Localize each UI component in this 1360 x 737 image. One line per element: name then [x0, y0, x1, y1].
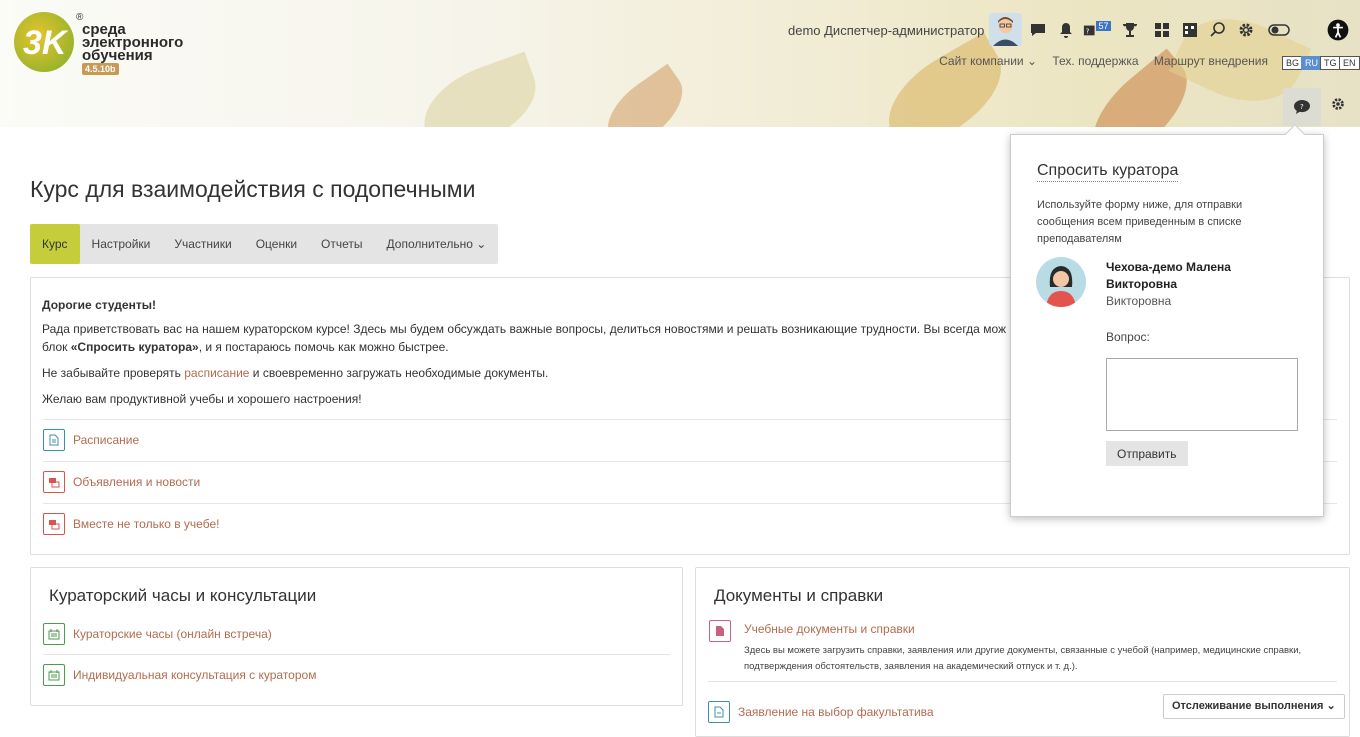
lang-ru[interactable]: RU — [1301, 56, 1322, 70]
activity-description: Здесь вы можете загрузить справки, заявл… — [744, 645, 1302, 672]
question-textarea[interactable] — [1106, 358, 1298, 431]
avatar-icon — [993, 17, 1018, 46]
activity-individual-consult[interactable]: Индивидуальная консультация с куратором — [43, 654, 316, 696]
document-icon — [43, 429, 65, 451]
activity-together[interactable]: Вместе не только в учебе! — [43, 503, 219, 545]
activity-label: Расписание — [73, 433, 140, 447]
schedule-link[interactable]: расписание — [184, 366, 249, 380]
page-title: Курс для взаимодействия с подопечными — [30, 176, 476, 202]
activity-label: Заявление на выбор факультатива — [738, 705, 934, 719]
curator-name[interactable]: Чехова-демо Малена Викторовна — [1106, 259, 1296, 293]
nav-link-company[interactable]: Сайт компании ⌄ — [927, 54, 1037, 68]
curator-subtitle: Викторовна — [1106, 294, 1172, 308]
ask-curator-button[interactable]: ? — [1283, 88, 1321, 126]
question-label: Вопрос: — [1106, 330, 1150, 344]
logo-text: среда электронного обучения 4.5.10b — [82, 22, 183, 75]
completion-tracking-dropdown[interactable]: Отслеживание выполнения ⌄ — [1163, 694, 1345, 719]
accessibility-icon[interactable] — [1326, 18, 1350, 42]
tab-settings[interactable]: Настройки — [80, 224, 163, 264]
search-icon[interactable] — [1206, 18, 1230, 42]
section-title: Кураторский часы и консультации — [49, 586, 317, 605]
lang-bg[interactable]: BG — [1282, 56, 1304, 70]
assignment-icon — [709, 620, 731, 642]
activity-schedule[interactable]: Расписание — [43, 419, 139, 461]
popup-arrow — [1285, 124, 1305, 144]
chat-bubble-icon: ? — [1294, 100, 1310, 114]
banner-decoration — [871, 32, 1019, 127]
banner-decoration — [411, 51, 549, 127]
header-nav: Сайт компании ⌄ Тех. поддержка Маршрут в… — [915, 54, 1268, 68]
divider — [708, 681, 1337, 682]
calendar-event-icon — [43, 623, 65, 645]
activity-label: Вместе не только в учебе! — [73, 517, 220, 531]
intro-paragraph: Не забывайте проверять расписание и свое… — [42, 366, 549, 380]
course-summary: Дорогие студенты! Рада приветствовать ва… — [42, 296, 1032, 416]
document-icon — [708, 701, 730, 723]
bell-icon[interactable] — [1054, 18, 1078, 42]
svg-text:?: ? — [1300, 103, 1304, 111]
header-banner: 3K ® среда электронного обучения 4.5.10b… — [0, 0, 1360, 127]
nav-link-support[interactable]: Тех. поддержка — [1052, 54, 1138, 68]
nav-link-roadmap[interactable]: Маршрут внедрения — [1154, 54, 1268, 68]
dashboard-icon[interactable] — [1150, 18, 1174, 42]
forum-icon — [43, 513, 65, 535]
forum-icon — [43, 471, 65, 493]
tab-reports[interactable]: Отчеты — [309, 224, 374, 264]
tab-more[interactable]: Дополнительно ⌄ — [375, 224, 499, 264]
activity-label: Индивидуальная консультация с куратором — [73, 668, 317, 682]
activity-curator-hours[interactable]: Кураторские часы (онлайн встреча) — [43, 613, 272, 655]
activity-news[interactable]: Объявления и новости — [43, 461, 200, 503]
settings-gear-icon[interactable] — [1234, 18, 1258, 42]
activity-elective-application[interactable]: Заявление на выбор факультатива — [708, 691, 934, 733]
course-tabs: Курс Настройки Участники Оценки Отчеты Д… — [30, 224, 499, 264]
tab-grades[interactable]: Оценки — [244, 224, 309, 264]
section-curator-hours: Кураторский часы и консультации Кураторс… — [30, 567, 683, 706]
greeting: Дорогие студенты! — [42, 298, 156, 312]
svg-text:?: ? — [1086, 27, 1090, 36]
messages-icon[interactable] — [1026, 18, 1050, 42]
badge-notifications-icon[interactable]: ? 57 — [1082, 18, 1112, 42]
activity-label: Объявления и новости — [73, 475, 201, 489]
lang-tg[interactable]: TG — [1320, 56, 1341, 70]
lang-en[interactable]: EN — [1339, 56, 1360, 70]
popup-description: Используйте форму ниже, для отправки соо… — [1037, 199, 1243, 245]
curator-avatar-icon — [1046, 266, 1076, 307]
course-settings-gear-icon[interactable] — [1330, 96, 1346, 117]
notification-count: 57 — [1096, 21, 1111, 31]
logo-mark-icon: 3K — [14, 12, 74, 72]
activity-documents-link[interactable]: Учебные документы и справки — [744, 622, 915, 636]
tab-course[interactable]: Курс — [30, 224, 80, 264]
version-badge: 4.5.10b — [82, 63, 119, 75]
activity-label: Кураторские часы (онлайн встреча) — [73, 627, 272, 641]
popup-title: Спросить куратора — [1037, 162, 1179, 182]
trophy-icon[interactable] — [1118, 18, 1142, 42]
user-name[interactable]: demo Диспетчер-администратор — [788, 23, 984, 38]
calendar-grid-icon[interactable] — [1178, 18, 1202, 42]
theme-toggle-icon[interactable] — [1264, 18, 1294, 42]
calendar-event-icon — [43, 664, 65, 686]
logo-line: обучения 4.5.10b — [82, 47, 153, 75]
section-title: Документы и справки — [714, 586, 884, 605]
ask-curator-popup: Спросить куратора Используйте форму ниже… — [1010, 124, 1324, 517]
user-avatar[interactable] — [989, 13, 1022, 46]
banner-decoration — [593, 63, 697, 127]
tab-participants[interactable]: Участники — [162, 224, 243, 264]
send-button[interactable]: Отправить — [1106, 441, 1188, 466]
intro-paragraph: Желаю вам продуктивной учебы и хорошего … — [42, 392, 362, 406]
intro-paragraph: Рада приветствовать вас на нашем куратор… — [42, 322, 1007, 354]
curator-avatar — [1036, 257, 1086, 307]
